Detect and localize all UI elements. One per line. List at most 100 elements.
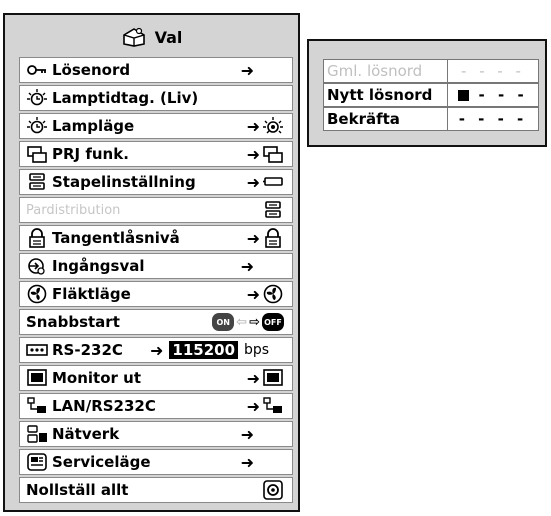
new-password-dashes: - - - (478, 86, 528, 104)
stack-icon (262, 200, 284, 220)
menu-item-pair-distribution: Pardistribution (19, 197, 293, 223)
stack-icon (24, 171, 50, 193)
menu-item-lamp-timer[interactable]: Lamptidtag. (Liv) (19, 85, 293, 111)
menu-item-stack-setting[interactable]: Stapelinställning ➜ (19, 169, 293, 195)
menu-item-controls: ➜ (241, 58, 284, 82)
menu-item-controls: ➜ (247, 282, 284, 306)
menu-item-controls: ➜ (247, 366, 284, 390)
new-password-row[interactable]: Nytt lösnord - - - (323, 83, 539, 107)
menu-item-rs232c[interactable]: RS-232C ➜ 115200 bps (19, 337, 293, 363)
old-password-row[interactable]: Gml. lösnord - - - - (323, 59, 539, 83)
menu-item-controls: ➜ (247, 114, 284, 138)
menu-item-quick-start[interactable]: Snabbstart ON ⇦ ⇨ OFF (19, 309, 293, 335)
options-menu: Val Lösenord ➜ Lamptidtag. (Liv) Lampläge ➜ P… (3, 13, 300, 512)
service-icon (24, 451, 50, 473)
lamp-icon (24, 115, 50, 137)
arrow-right-icon: ➜ (246, 144, 260, 164)
old-password-value: - - - - (461, 62, 525, 80)
arrow-right-icon: ➜ (246, 284, 260, 304)
projector-icon (24, 143, 50, 165)
arrow-right-icon: ➜ (240, 424, 254, 444)
confirm-password-row[interactable]: Bekräfta - - - - (323, 107, 539, 131)
menu-item-label: Stapelinställning (52, 173, 196, 191)
arrow-right-icon: ➜ (150, 340, 164, 360)
menu-item-fan-mode[interactable]: Fläktläge ➜ (19, 281, 293, 307)
menu-item-label: Lamptidtag. (Liv) (52, 89, 199, 107)
key-icon (24, 59, 50, 81)
menu-item-controls: ON ⇦ ⇨ OFF (212, 310, 284, 334)
baud-rate-value[interactable]: 115200 (169, 341, 239, 359)
menu-item-label: Snabbstart (26, 313, 120, 331)
menu-item-service-mode[interactable]: Serviceläge ➜ (19, 449, 293, 475)
arrow-right-icon: ➜ (246, 172, 260, 192)
menu-item-label: Nollställ allt (26, 481, 129, 499)
monitor-icon (262, 368, 284, 388)
menu-item-label: Lösenord (52, 61, 131, 79)
reset-icon (262, 480, 284, 500)
arrow-right-icon: ➜ (246, 396, 260, 416)
menu-item-controls: ➜ (241, 254, 284, 278)
menu-item-controls: ➜ 115200 bps (150, 338, 269, 362)
monitor-icon (24, 367, 50, 389)
password-panel: Gml. lösnord - - - - Nytt lösnord - - - … (307, 39, 547, 147)
input-cursor (458, 90, 470, 101)
input-icon (24, 255, 50, 277)
menu-item-label: RS-232C (52, 341, 123, 359)
arrow-right-icon: ➜ (240, 256, 254, 276)
menu-item-label: Serviceläge (52, 453, 151, 471)
menu-item-label: Monitor ut (52, 369, 141, 387)
padlock-icon (262, 228, 284, 248)
projector-icon (262, 144, 284, 164)
menu-item-password[interactable]: Lösenord ➜ (19, 57, 293, 83)
menu-item-label: PRJ funk. (52, 145, 129, 163)
menu-item-label: Tangentlåsnivå (52, 229, 180, 247)
padlock-icon (24, 227, 50, 249)
toggle-on-icon[interactable]: ON (212, 313, 235, 331)
lamp-mode-icon (262, 116, 284, 136)
arrow-right-icon: ⇨ (249, 314, 260, 330)
menu-item-controls: ➜ (241, 422, 284, 446)
new-password-label: Nytt lösnord (324, 84, 448, 106)
menu-item-reset-all[interactable]: Nollställ allt (19, 477, 293, 503)
lan-icon (24, 395, 50, 417)
menu-item-lamp-mode[interactable]: Lampläge ➜ (19, 113, 293, 139)
menu-title-text: Val (154, 27, 183, 47)
arrow-right-icon: ➜ (240, 452, 254, 472)
old-password-label: Gml. lösnord (324, 60, 448, 82)
lan-icon (262, 396, 284, 416)
menu-item-controls: ➜ (241, 450, 284, 474)
menu-item-label: Lampläge (52, 117, 135, 135)
menu-item-label: Pardistribution (26, 202, 121, 218)
confirm-password-value: - - - - (458, 110, 528, 128)
serial-port-icon (24, 339, 50, 361)
arrow-right-icon: ➜ (246, 368, 260, 388)
menu-item-controls: ➜ (247, 142, 284, 166)
menu-item-controls (262, 198, 284, 222)
menu-item-label: LAN/RS232C (52, 397, 156, 415)
menu-item-label: Nätverk (52, 425, 120, 443)
baud-rate-unit: bps (244, 342, 270, 358)
menu-item-network[interactable]: Nätverk ➜ (19, 421, 293, 447)
menu-item-controls: ➜ (247, 394, 284, 418)
fan-icon (262, 284, 284, 304)
menu-item-input-select[interactable]: Ingångsval ➜ (19, 253, 293, 279)
menu-item-controls: ➜ (247, 170, 284, 194)
menu-item-lan-rs232c[interactable]: LAN/RS232C ➜ (19, 393, 293, 419)
stack-off-icon (262, 172, 284, 192)
menu-item-label: Fläktläge (52, 285, 131, 303)
menu-item-controls (262, 478, 284, 502)
fan-icon (24, 283, 50, 305)
arrow-right-icon: ➜ (240, 60, 254, 80)
toggle-off-icon[interactable]: OFF (262, 313, 284, 331)
arrow-right-icon: ➜ (246, 116, 260, 136)
menu-item-prj-function[interactable]: PRJ funk. ➜ (19, 141, 293, 167)
arrow-left-icon: ⇦ (236, 314, 248, 330)
menu-item-monitor-out[interactable]: Monitor ut ➜ (19, 365, 293, 391)
menu-options-icon (121, 26, 147, 48)
confirm-password-label: Bekräfta (324, 108, 448, 130)
lamp-icon (24, 87, 50, 109)
menu-item-key-lock-level[interactable]: Tangentlåsnivå ➜ (19, 225, 293, 251)
menu-item-controls: ➜ (247, 226, 284, 250)
new-password-value: - - - (448, 84, 538, 106)
menu-item-label: Ingångsval (52, 257, 145, 275)
